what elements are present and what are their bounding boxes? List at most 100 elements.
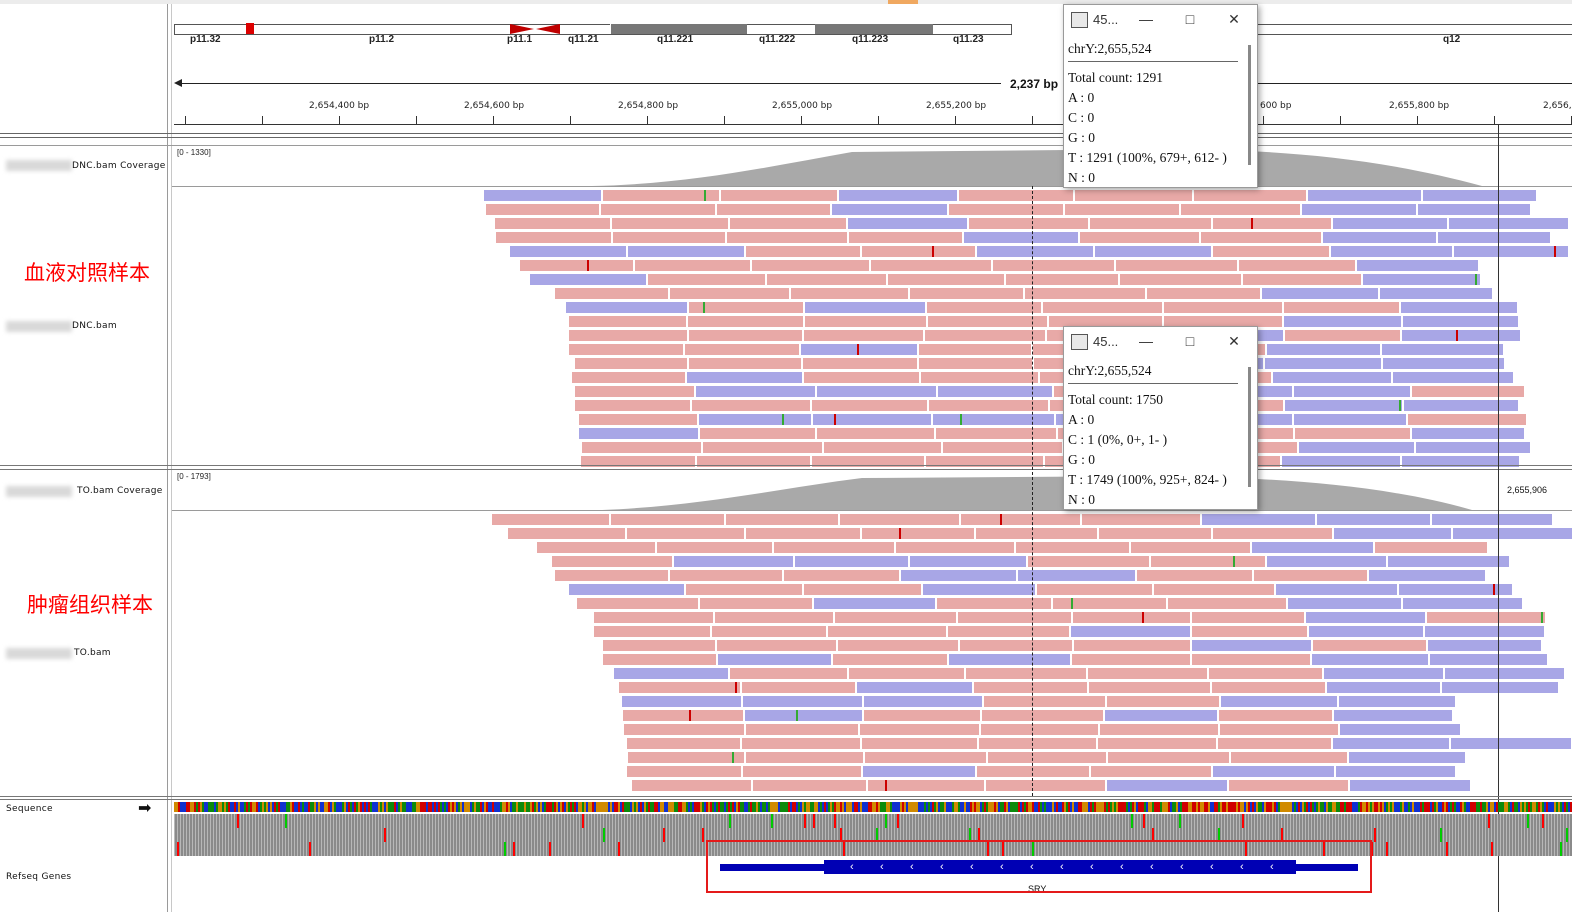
tumor-read[interactable] [863, 766, 975, 777]
tumor-read[interactable] [1098, 738, 1216, 749]
control-read[interactable] [848, 218, 967, 229]
tumor-read[interactable] [814, 598, 935, 609]
tumor-read[interactable] [1219, 710, 1332, 721]
control-read[interactable] [1404, 400, 1518, 411]
popup-scrollbar[interactable] [1248, 367, 1251, 487]
tumor-read[interactable] [700, 598, 812, 609]
control-read[interactable] [1075, 190, 1192, 201]
tumor-read[interactable] [937, 598, 1051, 609]
tumor-read[interactable] [1192, 612, 1304, 623]
control-read[interactable] [805, 316, 926, 327]
tumor-read[interactable] [555, 570, 668, 581]
control-read[interactable] [575, 358, 687, 369]
control-read[interactable] [603, 190, 719, 201]
tumor-read[interactable] [923, 584, 1035, 595]
refseq-track-name[interactable]: Refseq Genes [6, 872, 71, 882]
control-read[interactable] [688, 316, 803, 327]
tumor-read[interactable] [1192, 654, 1310, 665]
control-read[interactable] [1285, 400, 1402, 411]
tumor-read[interactable] [1107, 780, 1227, 791]
tumor-read[interactable] [1430, 654, 1547, 665]
control-read[interactable] [938, 386, 1052, 397]
tumor-read[interactable] [1442, 682, 1558, 693]
tumor-read[interactable] [742, 682, 855, 693]
control-bam-track-name[interactable]: DNC.bam [72, 321, 117, 331]
tumor-read[interactable] [712, 626, 826, 637]
tumor-read[interactable] [1309, 626, 1423, 637]
control-read[interactable] [813, 414, 931, 425]
control-read[interactable] [1449, 218, 1568, 229]
control-read[interactable] [1080, 232, 1199, 243]
control-read[interactable] [805, 302, 925, 313]
control-read[interactable] [703, 442, 822, 453]
tumor-read[interactable] [627, 766, 741, 777]
control-read[interactable] [1201, 232, 1321, 243]
tumor-read[interactable] [857, 682, 972, 693]
tumor-read[interactable] [603, 640, 715, 651]
tumor-read[interactable] [1072, 654, 1190, 665]
control-read[interactable] [1357, 260, 1478, 271]
tumor-read[interactable] [577, 598, 698, 609]
tumor-read[interactable] [901, 570, 1016, 581]
control-read[interactable] [628, 246, 744, 257]
control-read[interactable] [670, 288, 789, 299]
control-read[interactable] [530, 274, 646, 285]
control-read[interactable] [730, 218, 846, 229]
control-read[interactable] [1262, 288, 1378, 299]
control-read[interactable] [1265, 358, 1381, 369]
tumor-read[interactable] [1388, 556, 1509, 567]
tumor-read[interactable] [988, 752, 1106, 763]
control-read[interactable] [1120, 274, 1241, 285]
control-read[interactable] [496, 232, 611, 243]
control-read[interactable] [803, 358, 917, 369]
close-icon[interactable]: ✕ [1224, 333, 1244, 350]
tumor-read[interactable] [1099, 528, 1211, 539]
control-read[interactable] [1239, 260, 1355, 271]
control-read[interactable] [1438, 232, 1550, 243]
tumor-read[interactable] [627, 738, 740, 749]
control-read[interactable] [1295, 428, 1410, 439]
control-read[interactable] [1147, 288, 1260, 299]
tumor-read[interactable] [746, 528, 860, 539]
tumor-coverage-track-name[interactable]: TO.bam Coverage [77, 486, 163, 496]
tumor-read[interactable] [1317, 514, 1430, 525]
tumor-read[interactable] [828, 626, 946, 637]
tumor-read[interactable] [862, 528, 974, 539]
tumor-read[interactable] [726, 514, 838, 525]
tumor-read[interactable] [1100, 724, 1218, 735]
control-read[interactable] [575, 400, 690, 411]
tumor-read[interactable] [966, 668, 1086, 679]
tumor-read[interactable] [795, 556, 908, 567]
tumor-read[interactable] [743, 696, 862, 707]
control-read[interactable] [1331, 246, 1452, 257]
tumor-read[interactable] [774, 542, 894, 553]
tumor-read[interactable] [1445, 668, 1564, 679]
tumor-read[interactable] [492, 514, 609, 525]
tumor-read[interactable] [742, 738, 860, 749]
control-read[interactable] [555, 288, 668, 299]
control-read[interactable] [648, 274, 765, 285]
control-read[interactable] [727, 232, 847, 243]
tumor-read[interactable] [1213, 528, 1332, 539]
control-read[interactable] [1284, 316, 1401, 327]
control-read[interactable] [510, 246, 626, 257]
tumor-read[interactable] [686, 584, 802, 595]
tumor-read[interactable] [1453, 528, 1572, 539]
tumor-read[interactable] [1192, 626, 1307, 637]
tumor-read[interactable] [896, 542, 1014, 553]
control-read[interactable] [566, 302, 687, 313]
control-read[interactable] [1302, 204, 1416, 215]
tumor-read[interactable] [1333, 738, 1449, 749]
control-read[interactable] [959, 190, 1073, 201]
control-read[interactable] [569, 330, 687, 341]
control-read[interactable] [1065, 204, 1179, 215]
control-read[interactable] [1333, 218, 1447, 229]
control-read[interactable] [1403, 316, 1518, 327]
maximize-icon[interactable]: □ [1180, 11, 1200, 27]
tumor-read[interactable] [949, 654, 1070, 665]
tumor-read[interactable] [1324, 668, 1443, 679]
tumor-bam-track-name[interactable]: TO.bam [74, 648, 111, 658]
base-count-popup-control[interactable]: 45... — □ ✕ chrY:2,655,524 Total count: … [1063, 4, 1258, 188]
control-read[interactable] [1299, 442, 1414, 453]
tumor-read[interactable] [1131, 542, 1250, 553]
